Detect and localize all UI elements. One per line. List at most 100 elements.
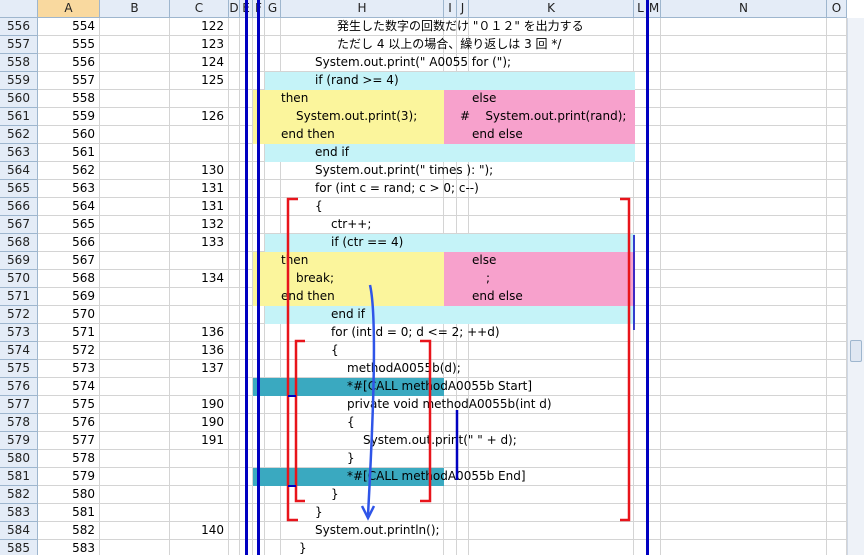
cell-m[interactable] (648, 504, 661, 522)
cell-n[interactable] (661, 414, 827, 432)
cell-o[interactable] (827, 468, 847, 486)
cell-n[interactable] (661, 342, 827, 360)
row-header[interactable]: 585 (0, 540, 38, 555)
cell-n[interactable] (661, 270, 827, 288)
row-header[interactable]: 582 (0, 486, 38, 504)
row-header[interactable]: 559 (0, 72, 38, 90)
cell-c[interactable]: 130 (170, 162, 229, 180)
cell-k[interactable] (469, 216, 634, 234)
cell-g[interactable] (265, 414, 281, 432)
cell-d[interactable] (229, 90, 240, 108)
cell-d[interactable] (229, 234, 240, 252)
cell-b[interactable] (100, 396, 170, 414)
row-header[interactable]: 557 (0, 36, 38, 54)
cell-b[interactable] (100, 522, 170, 540)
cell-g[interactable] (265, 36, 281, 54)
cell-k[interactable] (469, 504, 634, 522)
column-header-h[interactable]: H (281, 0, 444, 18)
cell-o[interactable] (827, 504, 847, 522)
cell-c[interactable]: 125 (170, 72, 229, 90)
cell-b[interactable] (100, 288, 170, 306)
cell-n[interactable] (661, 288, 827, 306)
cell-b[interactable] (100, 72, 170, 90)
row-header[interactable]: 564 (0, 162, 38, 180)
cell-g[interactable] (265, 162, 281, 180)
cell-m[interactable] (648, 450, 661, 468)
cell-d[interactable] (229, 432, 240, 450)
cell-c[interactable] (170, 90, 229, 108)
cell-b[interactable] (100, 198, 170, 216)
cell-d[interactable] (229, 18, 240, 36)
cell-h[interactable] (281, 486, 444, 504)
cell-o[interactable] (827, 216, 847, 234)
cell-d[interactable] (229, 144, 240, 162)
row-header[interactable]: 583 (0, 504, 38, 522)
cell-n[interactable] (661, 450, 827, 468)
cell-m[interactable] (648, 162, 661, 180)
cell-k[interactable] (469, 414, 634, 432)
cell-g[interactable] (265, 450, 281, 468)
cell-o[interactable] (827, 378, 847, 396)
cell-n[interactable] (661, 540, 827, 555)
cell-n[interactable] (661, 18, 827, 36)
vertical-scrollbar[interactable] (847, 18, 864, 555)
cell-o[interactable] (827, 522, 847, 540)
cell-o[interactable] (827, 324, 847, 342)
cell-o[interactable] (827, 108, 847, 126)
cell-j[interactable] (457, 486, 469, 504)
cell-b[interactable] (100, 504, 170, 522)
cell-a[interactable]: 571 (38, 324, 100, 342)
cell-a[interactable]: 579 (38, 468, 100, 486)
cell-h[interactable] (281, 198, 444, 216)
cell-o[interactable] (827, 432, 847, 450)
cell-m[interactable] (648, 18, 661, 36)
row-header[interactable]: 558 (0, 54, 38, 72)
cell-b[interactable] (100, 252, 170, 270)
cell-a[interactable]: 563 (38, 180, 100, 198)
cell-o[interactable] (827, 450, 847, 468)
cell-o[interactable] (827, 54, 847, 72)
cell-n[interactable] (661, 234, 827, 252)
cell-a[interactable]: 580 (38, 486, 100, 504)
cell-g[interactable] (265, 396, 281, 414)
cell-o[interactable] (827, 198, 847, 216)
cell-m[interactable] (648, 342, 661, 360)
cell-m[interactable] (648, 360, 661, 378)
cell-a[interactable]: 578 (38, 450, 100, 468)
row-header[interactable]: 581 (0, 468, 38, 486)
cell-m[interactable] (648, 396, 661, 414)
row-header[interactable]: 556 (0, 18, 38, 36)
cell-j[interactable] (457, 450, 469, 468)
row-header[interactable]: 568 (0, 234, 38, 252)
cell-d[interactable] (229, 198, 240, 216)
row-header[interactable]: 573 (0, 324, 38, 342)
cell-c[interactable]: 131 (170, 198, 229, 216)
cell-k[interactable] (469, 342, 634, 360)
cell-d[interactable] (229, 396, 240, 414)
cell-n[interactable] (661, 468, 827, 486)
cell-a[interactable]: 567 (38, 252, 100, 270)
cell-i[interactable] (444, 522, 457, 540)
cell-m[interactable] (648, 288, 661, 306)
cell-o[interactable] (827, 144, 847, 162)
cell-g[interactable] (265, 18, 281, 36)
cell-c[interactable] (170, 378, 229, 396)
cell-n[interactable] (661, 504, 827, 522)
cell-a[interactable]: 562 (38, 162, 100, 180)
cell-c[interactable] (170, 540, 229, 555)
cell-c[interactable]: 132 (170, 216, 229, 234)
cell-g[interactable] (265, 54, 281, 72)
cell-c[interactable]: 190 (170, 396, 229, 414)
cell-h[interactable] (281, 450, 444, 468)
cell-b[interactable] (100, 450, 170, 468)
cell-a[interactable]: 558 (38, 90, 100, 108)
cell-j[interactable] (457, 540, 469, 555)
cell-a[interactable]: 561 (38, 144, 100, 162)
cell-g[interactable] (265, 432, 281, 450)
cell-d[interactable] (229, 414, 240, 432)
cell-n[interactable] (661, 180, 827, 198)
cell-b[interactable] (100, 90, 170, 108)
cell-a[interactable]: 576 (38, 414, 100, 432)
cell-d[interactable] (229, 288, 240, 306)
cell-j[interactable] (457, 414, 469, 432)
